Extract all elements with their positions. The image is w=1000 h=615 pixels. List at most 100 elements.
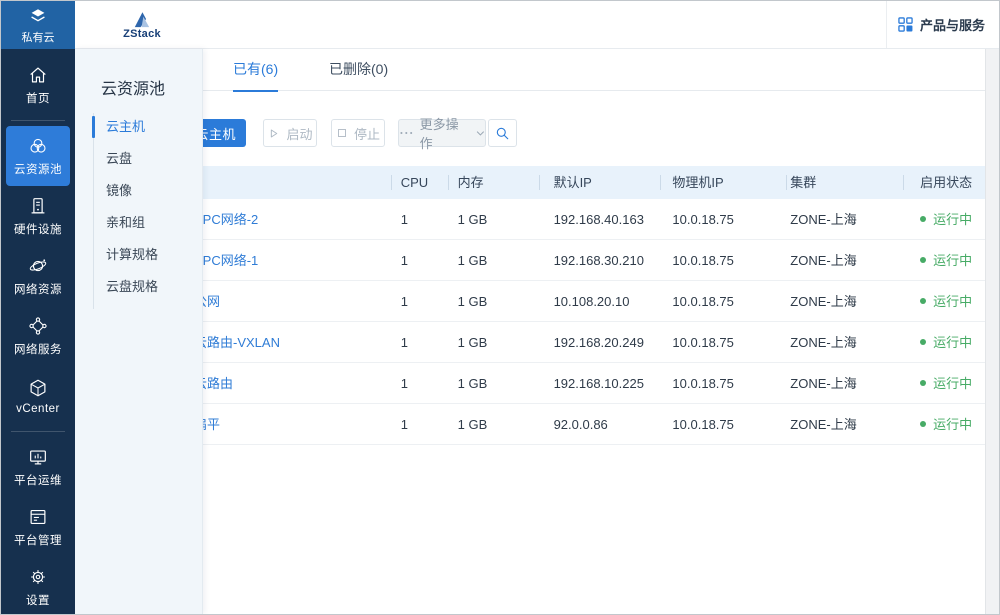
panel-item-affinity-group[interactable]: 亲和组 — [75, 207, 202, 239]
home-icon — [27, 64, 49, 86]
vm-default-ip: 192.168.20.249 — [539, 322, 661, 362]
sidebar-item-label: 网络资源 — [14, 281, 62, 297]
table-row[interactable]: VPC网络-1 1 1 GB 192.168.30.210 10.0.18.75… — [75, 240, 985, 281]
vm-cluster: ZONE-上海 — [786, 281, 903, 321]
product-label: 私有云 — [22, 29, 55, 45]
vm-cluster: ZONE-上海 — [786, 240, 903, 280]
resource-pool-panel: 云资源池 云主机 云盘 镜像 亲和组 计算规格 云盘规格 — [75, 49, 203, 614]
main-content: 已有(6) 已删除(0) 创建云主机 启动 停止 更多操作 — [75, 49, 985, 614]
table-row[interactable]: VPC网络-2 1 1 GB 192.168.40.163 10.0.18.75… — [75, 199, 985, 240]
table-row[interactable]: 公网 1 1 GB 10.108.20.10 10.0.18.75 ZONE-上… — [75, 281, 985, 322]
col-header-default-ip: 默认IP — [539, 166, 661, 199]
vcenter-icon — [27, 377, 49, 399]
col-header-memory: 内存 — [448, 166, 539, 199]
sidebar-item-label: 设置 — [26, 592, 50, 608]
products-services-label: 产品与服务 — [920, 15, 985, 34]
vm-default-ip: 92.0.0.86 — [539, 404, 661, 444]
status-dot — [920, 380, 926, 386]
tab-deleted[interactable]: 已删除(0) — [329, 49, 388, 91]
sidebar-item-settings[interactable]: 设置 — [1, 557, 75, 615]
vm-cpu: 1 — [391, 404, 448, 444]
apps-grid-icon — [898, 17, 913, 32]
vm-host-ip: 10.0.18.75 — [660, 322, 786, 362]
sidebar-item-label: 平台管理 — [14, 532, 62, 548]
status-dot — [920, 216, 926, 222]
ops-icon — [27, 446, 49, 468]
vm-name-link[interactable]: VPC网络-2 — [194, 212, 258, 227]
panel-item-images[interactable]: 镜像 — [75, 175, 202, 207]
vm-host-ip: 10.0.18.75 — [660, 240, 786, 280]
tab-existing[interactable]: 已有(6) — [233, 49, 278, 91]
table-row[interactable]: 扁平 1 1 GB 92.0.0.86 10.0.18.75 ZONE-上海 运… — [75, 404, 985, 445]
col-header-cpu: CPU — [391, 166, 448, 199]
more-actions-button[interactable]: 更多操作 — [398, 119, 486, 147]
sidebar-item-label: 网络服务 — [14, 341, 62, 357]
sidebar-item-platform-ops[interactable]: 平台运维 — [1, 437, 75, 497]
tab-bar: 已有(6) 已删除(0) — [75, 49, 985, 91]
table-header-row: CPU 内存 默认IP 物理机IP 集群 启用状态 — [75, 166, 985, 199]
vm-cluster: ZONE-上海 — [786, 199, 903, 239]
status-badge: 运行中 — [933, 322, 972, 363]
sidebar-item-home[interactable]: 首页 — [1, 55, 75, 115]
table-row[interactable]: 云路由 1 1 GB 192.168.10.225 10.0.18.75 ZON… — [75, 363, 985, 404]
vm-memory: 1 GB — [448, 363, 539, 403]
vm-name-link[interactable]: 云路由-VXLAN — [194, 335, 280, 350]
vm-host-ip: 10.0.18.75 — [660, 363, 786, 403]
sidebar-item-hardware[interactable]: 硬件设施 — [1, 186, 75, 246]
network-resource-icon — [27, 255, 49, 277]
status-badge: 运行中 — [933, 199, 972, 240]
vm-memory: 1 GB — [448, 240, 539, 280]
sidebar-divider — [11, 431, 65, 432]
col-header-host-ip: 物理机IP — [660, 166, 786, 199]
vm-name-link[interactable]: VPC网络-1 — [194, 253, 258, 268]
vm-default-ip: 192.168.10.225 — [539, 363, 661, 403]
status-badge: 运行中 — [933, 281, 972, 322]
search-icon — [494, 125, 511, 142]
table-row[interactable]: 云路由-VXLAN 1 1 GB 192.168.20.249 10.0.18.… — [75, 322, 985, 363]
sidebar-item-network-resource[interactable]: 网络资源 — [1, 246, 75, 306]
main-sidebar: 私有云 首页 云资源池 硬件设施 网络资源 网络服务 — [1, 1, 75, 614]
vm-default-ip: 192.168.40.163 — [539, 199, 661, 239]
status-dot — [920, 257, 926, 263]
ellipsis-icon — [399, 129, 414, 137]
network-service-icon — [27, 315, 49, 337]
vm-memory: 1 GB — [448, 404, 539, 444]
zstack-console-window: 已有(6) 已删除(0) 创建云主机 启动 停止 更多操作 — [0, 0, 1000, 615]
vm-host-ip: 10.0.18.75 — [660, 199, 786, 239]
sidebar-item-label: vCenter — [16, 403, 60, 415]
scrollbar-track[interactable] — [985, 49, 999, 614]
status-dot — [920, 298, 926, 304]
start-button[interactable]: 启动 — [263, 119, 317, 147]
vm-default-ip: 192.168.30.210 — [539, 240, 661, 280]
panel-item-instance-offering[interactable]: 计算规格 — [75, 239, 202, 271]
stop-label: 停止 — [354, 124, 380, 143]
product-switcher[interactable]: 私有云 — [1, 1, 75, 49]
sidebar-divider — [11, 120, 65, 121]
resource-pool-icon — [27, 135, 49, 157]
zstack-logo-text: ZStack — [123, 28, 161, 40]
sidebar-item-platform-mgmt[interactable]: 平台管理 — [1, 497, 75, 557]
vm-memory: 1 GB — [448, 322, 539, 362]
products-services-button[interactable]: 产品与服务 — [892, 1, 991, 48]
platform-mgmt-icon — [27, 506, 49, 528]
sidebar-nav: 首页 云资源池 硬件设施 网络资源 网络服务 vCenter — [1, 49, 75, 615]
sidebar-item-resource-pool[interactable]: 云资源池 — [6, 126, 70, 186]
vm-cpu: 1 — [391, 240, 448, 280]
sidebar-item-label: 首页 — [26, 90, 50, 106]
panel-title: 云资源池 — [101, 75, 202, 99]
vm-cluster: ZONE-上海 — [786, 322, 903, 362]
sidebar-item-network-service[interactable]: 网络服务 — [1, 306, 75, 366]
vm-cpu: 1 — [391, 199, 448, 239]
header-divider — [886, 1, 887, 48]
panel-item-disk-offering[interactable]: 云盘规格 — [75, 271, 202, 303]
vm-cpu: 1 — [391, 281, 448, 321]
vm-memory: 1 GB — [448, 199, 539, 239]
sidebar-item-vcenter[interactable]: vCenter — [1, 366, 75, 426]
zstack-logo[interactable]: ZStack — [111, 5, 173, 45]
panel-item-vm-instances[interactable]: 云主机 — [75, 111, 202, 143]
panel-item-volumes[interactable]: 云盘 — [75, 143, 202, 175]
stop-button[interactable]: 停止 — [331, 119, 385, 147]
vm-table: CPU 内存 默认IP 物理机IP 集群 启用状态 VPC网络-2 1 1 GB… — [75, 166, 985, 445]
search-button[interactable] — [488, 119, 517, 147]
status-dot — [920, 421, 926, 427]
